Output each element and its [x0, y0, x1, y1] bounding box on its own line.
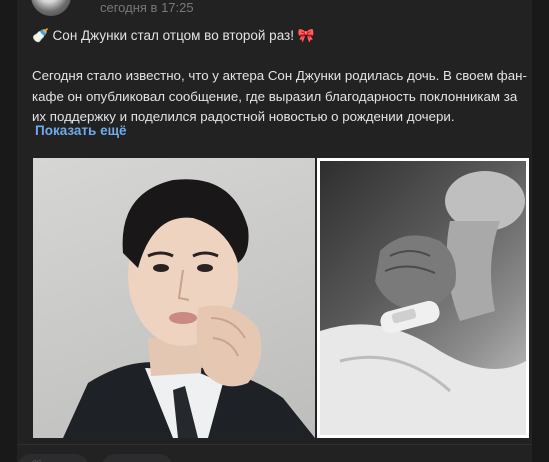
like-button[interactable]: ♡ — [17, 454, 89, 462]
portrait-illustration — [63, 179, 315, 438]
post-title: 🍼 Сон Джунки стал отцом во второй раз! 🎀 — [32, 28, 315, 43]
heart-icon: ♡ — [31, 458, 43, 462]
comment-icon: ▭ — [115, 458, 127, 462]
post-time[interactable]: сегодня в 17:25 — [100, 0, 194, 15]
post-divider — [17, 444, 532, 445]
avatar[interactable] — [31, 0, 71, 16]
newborn-photo-frame — [320, 161, 526, 435]
post-body: Сегодня стало известно, что у актера Сон… — [32, 68, 527, 124]
comment-button[interactable]: ▭ — [101, 454, 173, 462]
post-card: сегодня в 17:25 🍼 Сон Джунки стал отцом … — [17, 0, 532, 462]
actor-portrait-photo[interactable] — [33, 158, 315, 438]
show-more-link[interactable]: Показать ещё — [35, 123, 127, 138]
newborn-hand-photo[interactable] — [317, 158, 529, 438]
newborn-illustration — [320, 171, 526, 435]
